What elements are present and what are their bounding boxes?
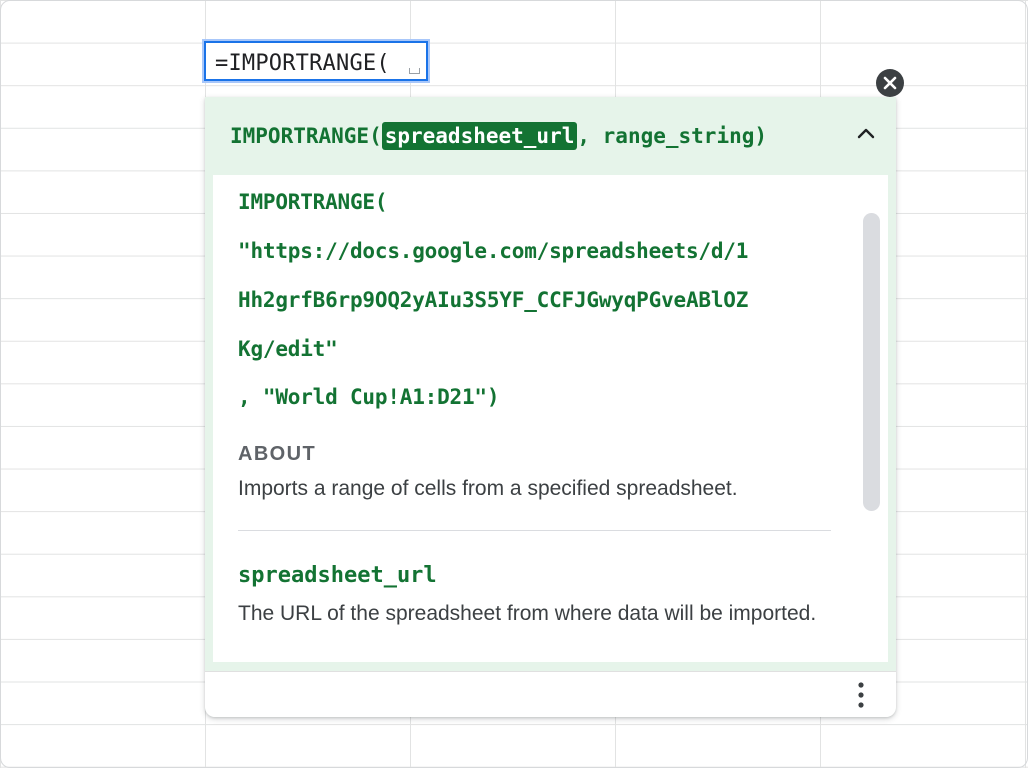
example-line: IMPORTRANGE( bbox=[238, 190, 388, 214]
more-options-button[interactable] bbox=[853, 680, 869, 710]
more-vert-icon bbox=[858, 682, 864, 708]
example-line: "https://docs.google.com/spreadsheets/d/… bbox=[238, 239, 749, 263]
function-signature: IMPORTRANGE(spreadsheet_url, range_strin… bbox=[230, 119, 767, 153]
parameter-description: The URL of the spreadsheet from where da… bbox=[238, 602, 817, 625]
example-line: Kg/edit" bbox=[238, 337, 338, 361]
close-icon bbox=[883, 76, 897, 90]
about-heading: ABOUT bbox=[238, 443, 317, 465]
help-card-body[interactable]: IMPORTRANGE( "https://docs.google.com/sp… bbox=[213, 175, 888, 662]
section-divider bbox=[238, 530, 831, 531]
about-description: Imports a range of cells from a specifie… bbox=[238, 477, 738, 500]
signature-rest: , range_string) bbox=[577, 124, 768, 148]
close-help-button[interactable] bbox=[876, 69, 904, 97]
example-line: Hh2grfB6rp9OQ2yAIu3S5YF_CCFJGwyqPGveABlO… bbox=[238, 288, 749, 312]
text-cursor-indicator bbox=[409, 68, 420, 74]
active-cell-editor[interactable]: =IMPORTRANGE( bbox=[204, 41, 428, 81]
cell-formula-text[interactable]: =IMPORTRANGE( bbox=[215, 51, 390, 76]
example-line: , "World Cup!A1:D21") bbox=[238, 385, 500, 409]
help-card-footer bbox=[205, 671, 896, 717]
scrollbar-thumb[interactable] bbox=[863, 213, 880, 511]
formula-help-card: IMPORTRANGE(spreadsheet_url, range_strin… bbox=[205, 97, 896, 717]
chevron-up-icon bbox=[857, 128, 875, 139]
collapse-help-button[interactable] bbox=[854, 122, 878, 146]
signature-active-param: spreadsheet_url bbox=[381, 122, 578, 150]
parameter-name: spreadsheet_url bbox=[238, 563, 437, 588]
help-card-header[interactable]: IMPORTRANGE(spreadsheet_url, range_strin… bbox=[205, 97, 896, 175]
signature-function-name: IMPORTRANGE( bbox=[230, 124, 382, 148]
